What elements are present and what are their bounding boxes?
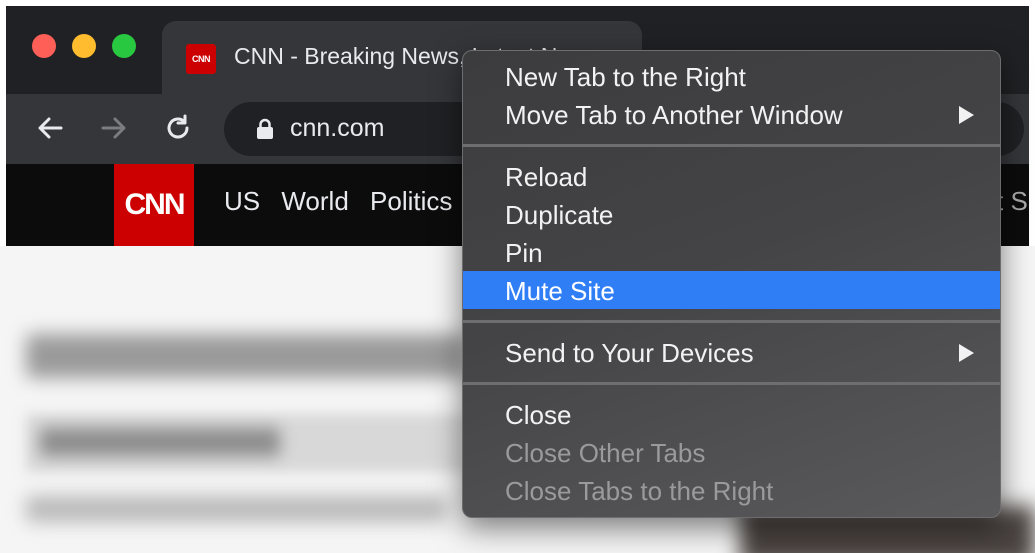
close-window-button[interactable]	[32, 34, 56, 58]
lock-icon	[257, 118, 273, 139]
nav-link-politics[interactable]: Politics	[370, 186, 452, 216]
menu-item-pin[interactable]: Pin	[463, 233, 1000, 271]
back-button[interactable]	[30, 108, 70, 148]
menu-separator	[463, 144, 1000, 147]
menu-item-label: Reload	[505, 162, 588, 192]
menu-separator	[463, 320, 1000, 323]
menu-item-label: Send to Your Devices	[505, 338, 754, 368]
url-text: cnn.com	[290, 114, 385, 142]
reload-icon	[167, 114, 189, 139]
menu-item-label: Move Tab to Another Window	[505, 100, 843, 130]
tab-context-menu: New Tab to the Right Move Tab to Another…	[462, 50, 1001, 518]
menu-separator	[463, 382, 1000, 385]
menu-item-duplicate[interactable]: Duplicate	[463, 195, 1000, 233]
menu-item-send-devices[interactable]: Send to Your Devices	[463, 333, 1000, 371]
cnn-favicon-icon: CNN	[186, 44, 216, 74]
menu-item-reload[interactable]: Reload	[463, 157, 1000, 195]
menu-item-mute-site[interactable]: Mute Site	[463, 271, 1000, 309]
zoom-window-button[interactable]	[112, 34, 136, 58]
nav-links: US World Politics	[224, 186, 466, 217]
menu-item-label: Duplicate	[505, 200, 614, 230]
menu-item-close[interactable]: Close	[463, 395, 1000, 433]
menu-item-label: Pin	[505, 238, 543, 268]
blurred-text	[26, 496, 446, 522]
menu-item-close-tabs-right: Close Tabs to the Right	[463, 471, 1000, 509]
menu-item-label: New Tab to the Right	[505, 62, 746, 92]
menu-item-label: Close	[505, 400, 572, 430]
submenu-arrow-icon	[959, 106, 974, 124]
menu-item-label: Close Other Tabs	[505, 438, 706, 468]
forward-arrow-icon	[101, 117, 126, 139]
reload-button[interactable]	[158, 108, 198, 148]
blurred-headline	[26, 334, 466, 378]
menu-item-close-other-tabs: Close Other Tabs	[463, 433, 1000, 471]
blurred-subheading	[40, 428, 280, 456]
nav-link-world[interactable]: World	[281, 186, 348, 216]
submenu-arrow-icon	[959, 344, 974, 362]
menu-item-label: Mute Site	[505, 276, 615, 306]
forward-button[interactable]	[94, 108, 134, 148]
nav-link-us[interactable]: US	[224, 186, 260, 216]
menu-item-new-tab-right[interactable]: New Tab to the Right	[463, 57, 1000, 95]
menu-item-move-tab[interactable]: Move Tab to Another Window	[463, 95, 1000, 133]
cnn-logo[interactable]: CNN	[114, 164, 194, 246]
menu-item-label: Close Tabs to the Right	[505, 476, 774, 506]
back-arrow-icon	[38, 117, 63, 139]
minimize-window-button[interactable]	[72, 34, 96, 58]
